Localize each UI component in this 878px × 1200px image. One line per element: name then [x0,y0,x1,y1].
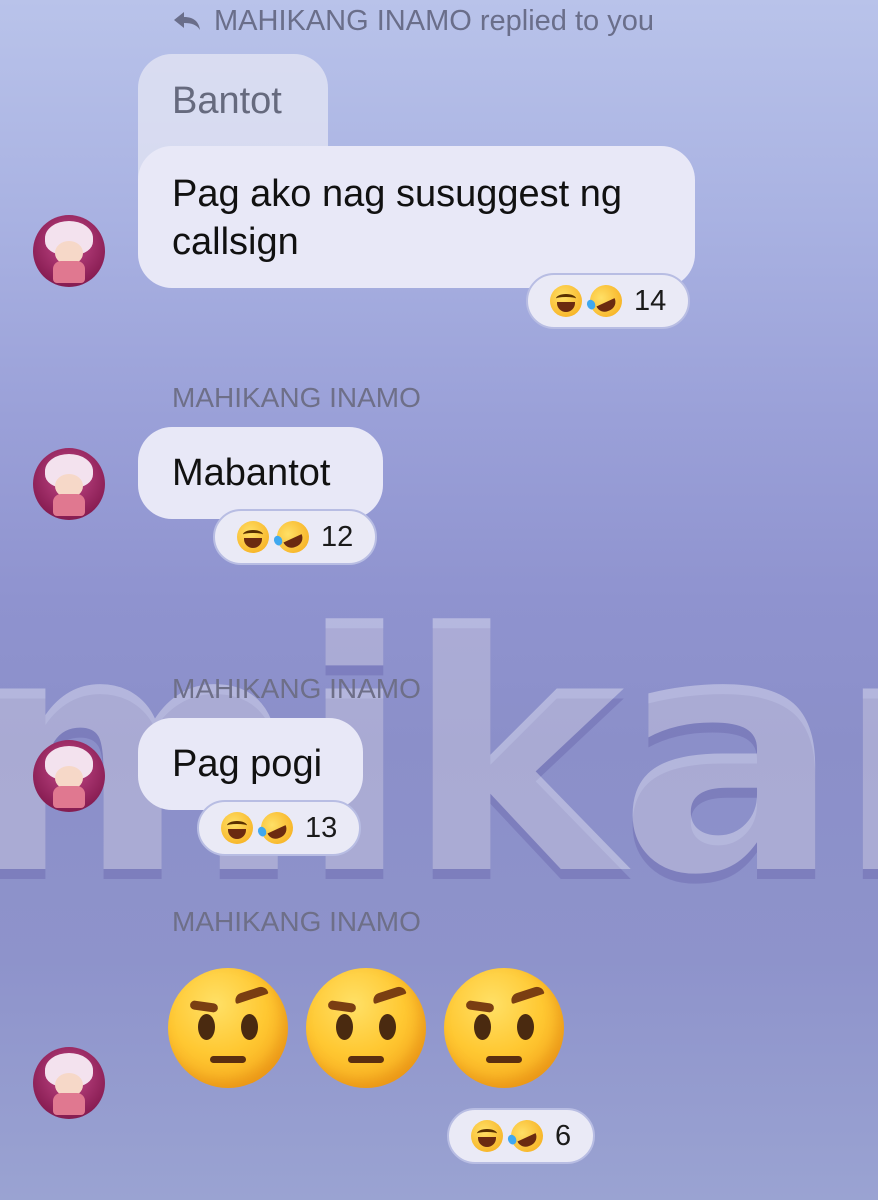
reply-header: MAHIKANG INAMO replied to you [172,4,654,38]
sender-name: MAHIKANG INAMO [172,906,421,937]
rolling-on-floor-laughing-icon [255,806,299,850]
reply-arrow-icon [174,12,200,30]
grinning-squinting-face-icon [550,285,582,317]
reaction-bar[interactable]: 6 [447,1108,596,1164]
face-with-raised-eyebrow-icon [168,968,288,1088]
grinning-squinting-face-icon [471,1120,503,1152]
message-bubble[interactable]: Pag ako nag susuggest ng callsign [138,146,695,288]
reaction-count: 13 [305,811,338,844]
rolling-on-floor-laughing-icon [584,279,628,323]
reaction-bar[interactable]: 12 [213,509,378,565]
message-text: Mabantot [172,452,331,494]
rolling-on-floor-laughing-icon [271,515,315,559]
reaction-bar[interactable]: 13 [197,800,362,856]
reaction-count: 12 [321,520,354,553]
sender-name: MAHIKANG INAMO [172,673,421,704]
rolling-on-floor-laughing-icon [505,1114,549,1158]
avatar[interactable] [33,740,105,812]
grinning-squinting-face-icon [237,521,269,553]
avatar[interactable] [33,215,105,287]
reaction-bar[interactable]: 14 [526,273,691,329]
face-with-raised-eyebrow-icon [444,968,564,1088]
wallpaper-text: mikanis [0,563,878,947]
reaction-count: 6 [555,1119,572,1152]
message-text: Pag ako nag susuggest ng callsign [172,173,623,263]
message-bubble[interactable]: Mabantot [138,427,383,519]
message-text: Pag pogi [172,743,323,785]
emoji-message[interactable] [168,968,564,1088]
avatar[interactable] [33,448,105,520]
sender-name: MAHIKANG INAMO [172,382,421,413]
avatar[interactable] [33,1047,105,1119]
face-with-raised-eyebrow-icon [306,968,426,1088]
message-bubble[interactable]: Pag pogi [138,718,363,810]
grinning-squinting-face-icon [221,812,253,844]
quoted-message-text: Bantot [172,80,282,122]
reply-header-text: MAHIKANG INAMO replied to you [214,4,654,37]
reaction-count: 14 [634,284,667,317]
